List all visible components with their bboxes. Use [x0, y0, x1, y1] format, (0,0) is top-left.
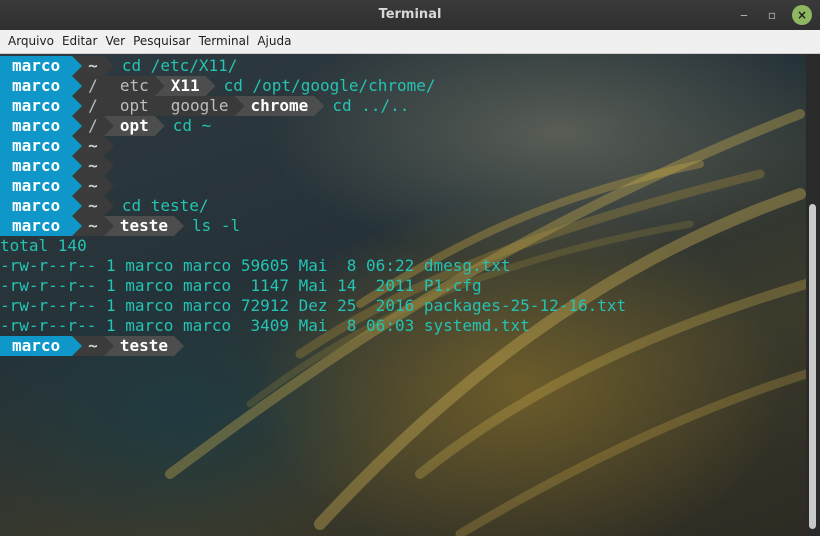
terminal-lines: marco ~ cd /etc/X11/marco / etc X11 cd /opt/go…	[0, 56, 626, 356]
prompt-line: marco ~ teste	[0, 336, 626, 356]
menu-ajuda[interactable]: Ajuda	[253, 30, 295, 52]
output-line: -rw-r--r-- 1 marco marco 3409 Mai 8 06:0…	[0, 316, 530, 335]
prompt-user-segment: marco	[0, 176, 82, 196]
prompt-user-segment: marco	[0, 76, 82, 96]
prompt-user-segment: marco	[0, 116, 82, 136]
title-bar[interactable]: Terminal ‒ ▫ ×	[0, 0, 820, 30]
prompt-user-segment: marco	[0, 96, 82, 116]
close-button[interactable]: ×	[792, 5, 812, 25]
prompt-user-segment: marco	[0, 156, 82, 176]
output-line: total 140	[0, 236, 87, 255]
prompt-user-segment: marco	[0, 336, 82, 356]
output-line: -rw-r--r-- 1 marco marco 1147 Mai 14 201…	[0, 276, 482, 295]
prompt-line: marco ~	[0, 136, 626, 156]
prompt-user-segment: marco	[0, 136, 82, 156]
prompt-command: cd /opt/google/chrome/	[223, 76, 436, 95]
prompt-command: cd ~	[172, 116, 212, 135]
menu-ver[interactable]: Ver	[101, 30, 129, 52]
prompt-line: marco ~ teste ls -l	[0, 216, 626, 236]
menu-terminal[interactable]: Terminal	[195, 30, 254, 52]
prompt-line: marco ~	[0, 176, 626, 196]
prompt-command: cd /etc/X11/	[121, 56, 238, 75]
prompt-path-segment: chrome	[235, 96, 325, 116]
output-line: -rw-r--r-- 1 marco marco 72912 Dez 25 20…	[0, 296, 627, 315]
terminal-area[interactable]: marco ~ cd /etc/X11/marco / etc X11 cd /opt/go…	[0, 54, 806, 536]
maximize-button[interactable]: ▫	[762, 5, 782, 25]
prompt-line: marco / etc X11 cd /opt/google/chrome/	[0, 76, 626, 96]
prompt-line: marco ~	[0, 156, 626, 176]
scrollbar[interactable]	[806, 54, 820, 536]
prompt-command: cd teste/	[121, 196, 209, 215]
menu-bar: Arquivo Editar Ver Pesquisar Terminal Ajuda	[0, 30, 820, 54]
prompt-path-segment: teste	[104, 336, 184, 356]
scrollbar-thumb[interactable]	[809, 204, 816, 529]
prompt-path-segment: teste	[104, 216, 184, 236]
terminal-window: Terminal ‒ ▫ × Arquivo Editar Ver Pesquisar…	[0, 0, 820, 536]
minimize-button[interactable]: ‒	[734, 5, 754, 25]
menu-pesquisar[interactable]: Pesquisar	[129, 30, 195, 52]
output-line: -rw-r--r-- 1 marco marco 59605 Mai 8 06:…	[0, 256, 511, 275]
prompt-user-segment: marco	[0, 56, 82, 76]
window-title: Terminal	[378, 7, 442, 22]
prompt-command: ls -l	[191, 216, 241, 235]
prompt-line: marco ~ cd /etc/X11/	[0, 56, 626, 76]
prompt-user-segment: marco	[0, 216, 82, 236]
prompt-user-segment: marco	[0, 196, 82, 216]
prompt-line: marco ~ cd teste/	[0, 196, 626, 216]
prompt-line: marco / opt cd ~	[0, 116, 626, 136]
prompt-path-segment: google	[155, 96, 245, 116]
prompt-line: marco / opt google chrome cd ../..	[0, 96, 626, 116]
menu-arquivo[interactable]: Arquivo	[4, 30, 58, 52]
menu-editar[interactable]: Editar	[58, 30, 102, 52]
prompt-command: cd ../..	[332, 96, 410, 115]
